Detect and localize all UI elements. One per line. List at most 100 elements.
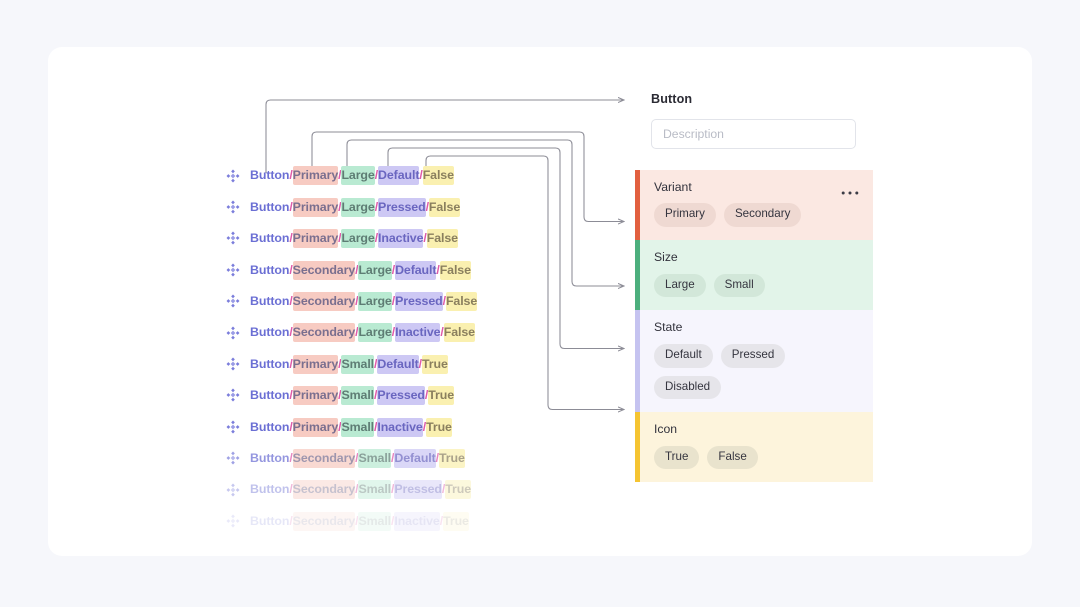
property-value-chip[interactable]: False: [707, 445, 758, 470]
property-value-chip[interactable]: Primary: [654, 203, 716, 228]
property-value-chips: True False: [654, 445, 859, 470]
description-input[interactable]: [651, 119, 856, 149]
variant-row-variant: Primary: [292, 386, 338, 406]
property-value-chip[interactable]: Pressed: [720, 343, 786, 368]
variant-row-variant: Secondary: [292, 449, 355, 468]
variant-row-variant: Secondary: [292, 480, 355, 500]
variant-row-label: Button/Primary/Large/Pressed/False: [250, 197, 460, 217]
variant-row[interactable]: Button/Primary/Small/Default/True: [226, 348, 526, 379]
variant-row-size: Large: [341, 166, 375, 186]
variant-row-base: Button: [250, 388, 290, 403]
property-section-header: Variant: [654, 180, 859, 195]
property-value-chip[interactable]: Secondary: [723, 203, 802, 228]
variant-row[interactable]: Button/Secondary/Small/Default/True: [226, 443, 526, 474]
property-section-size: Size Large Small: [635, 240, 873, 311]
screen: Button/Primary/Large/Default/False Button…: [0, 0, 1080, 607]
property-section-header: Size: [654, 250, 859, 265]
more-options-icon[interactable]: [841, 183, 859, 195]
variant-row-label: Button/Primary/Large/Default/False: [250, 166, 454, 186]
variant-row[interactable]: Button/Secondary/Large/Default/False: [226, 254, 526, 285]
component-set-icon: [226, 231, 240, 245]
property-name: Icon: [654, 422, 678, 437]
property-value-chip[interactable]: True: [654, 445, 700, 470]
variant-row-base: Button: [250, 419, 290, 434]
variant-row-size: Small: [341, 386, 374, 406]
variant-row-label: Button/Secondary/Large/Pressed/False: [250, 292, 477, 312]
variant-row-variant: Primary: [292, 354, 338, 374]
variant-row-size: Small: [358, 511, 391, 531]
variant-row-icon-flag: True: [443, 511, 469, 531]
variant-row[interactable]: Button/Secondary/Small/Pressed/True: [226, 474, 526, 505]
variant-row-icon-flag: True: [445, 480, 471, 500]
variant-row-size: Small: [341, 354, 374, 374]
variant-row-icon-flag: True: [439, 449, 465, 468]
property-name: Size: [654, 250, 678, 265]
variant-row-variant: Primary: [292, 166, 338, 186]
variant-row-variant: Primary: [292, 197, 338, 217]
variant-row-label: Button/Primary/Large/Inactive/False: [250, 229, 458, 249]
variant-row-base: Button: [250, 294, 290, 309]
property-value-chips: Large Small: [654, 273, 859, 298]
connector-lines: [265, 47, 1032, 556]
variant-row-state: Inactive: [377, 417, 423, 437]
variant-row-base: Button: [250, 262, 290, 277]
variant-row-variant: Primary: [292, 417, 338, 437]
variant-row-state: Default: [377, 354, 419, 374]
variant-row-icon-flag: False: [445, 292, 477, 312]
variant-row-label: Button/Primary/Small/Pressed/True: [250, 386, 454, 406]
variant-row-label: Button/Secondary/Small/Pressed/True: [250, 480, 471, 500]
property-value-chip[interactable]: Large: [654, 273, 706, 298]
properties-panel: Button VariantPrimarySecondarySizeLargeS…: [635, 92, 873, 483]
variant-row-size: Large: [358, 323, 392, 343]
content-card: Button/Primary/Large/Default/False Button…: [48, 47, 1032, 556]
variant-row-base: Button: [250, 231, 290, 246]
variant-row-size: Small: [341, 417, 374, 437]
variant-row[interactable]: Button/Secondary/Large/Inactive/False: [226, 317, 526, 348]
variant-row[interactable]: Button/Secondary/Small/Inactive/True: [226, 505, 526, 536]
component-set-icon: [226, 294, 240, 308]
component-set-icon: [226, 357, 240, 371]
variant-row-icon-flag: True: [428, 386, 454, 406]
variant-row[interactable]: Button/Primary/Large/Inactive/False: [226, 223, 526, 254]
variant-row-icon-flag: True: [422, 354, 448, 374]
property-section-variant: Variant Primary Secondary: [635, 170, 873, 241]
variant-row-base: Button: [250, 513, 290, 528]
variant-row-variant: Secondary: [292, 260, 355, 280]
component-set-icon: [226, 326, 240, 340]
property-name: State: [654, 320, 683, 335]
property-value-chip[interactable]: Disabled: [654, 375, 722, 400]
variant-row-size: Large: [358, 292, 392, 312]
variant-row[interactable]: Button/Primary/Large/Default/False: [226, 160, 526, 191]
property-value-chips: Primary Secondary: [654, 203, 859, 228]
component-set-icon: [226, 483, 240, 497]
variant-row[interactable]: Button/Primary/Small/Inactive/True: [226, 411, 526, 442]
variant-row-icon-flag: False: [422, 166, 454, 186]
variant-row-state: Default: [394, 449, 436, 468]
variant-row-size: Large: [341, 229, 375, 249]
component-set-icon: [226, 388, 240, 402]
property-value-chip[interactable]: Small: [713, 273, 765, 298]
variant-row-base: Button: [250, 199, 290, 214]
variant-row-size: Large: [341, 197, 375, 217]
property-name: Variant: [654, 180, 692, 194]
variant-row-label: Button/Secondary/Small/Default/True: [250, 449, 465, 468]
property-section-icon: Icon True False: [635, 412, 873, 483]
property-section-header: State: [654, 320, 859, 335]
variant-row-variant: Secondary: [292, 292, 355, 312]
property-value-chip[interactable]: Default: [654, 343, 713, 368]
page-title: Button: [651, 92, 693, 106]
variant-row-size: Large: [358, 260, 392, 280]
component-set-icon: [226, 451, 240, 465]
property-section-state: State Default Pressed Disabled: [635, 310, 873, 413]
component-set-icon: [226, 263, 240, 277]
variant-row-base: Button: [250, 482, 290, 497]
variant-row-label: Button/Secondary/Large/Inactive/False: [250, 323, 475, 343]
variant-row[interactable]: Button/Primary/Large/Pressed/False: [226, 191, 526, 222]
variant-row[interactable]: Button/Primary/Small/Pressed/True: [226, 380, 526, 411]
variant-row-label: Button/Primary/Small/Default/True: [250, 354, 448, 374]
variant-row-label: Button/Secondary/Large/Default/False: [250, 260, 471, 280]
variant-row-state: Pressed: [378, 197, 426, 217]
variant-row[interactable]: Button/Secondary/Large/Pressed/False: [226, 286, 526, 317]
variant-row-state: Pressed: [395, 292, 443, 312]
variant-row-icon-flag: False: [439, 260, 471, 280]
